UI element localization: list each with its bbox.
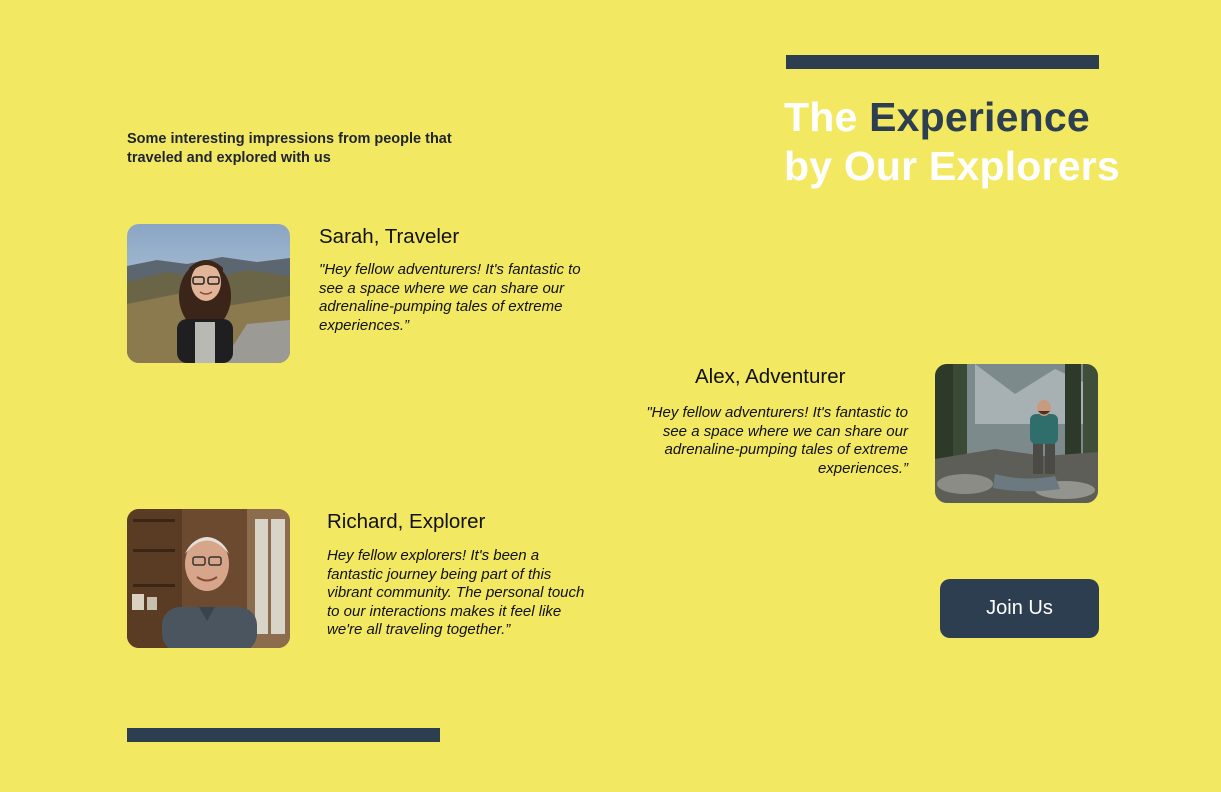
sarah-photo	[127, 224, 290, 363]
testimonial-quote: "Hey fellow adventurers! It's fantastic …	[646, 404, 908, 477]
testimonial-name: Alex, Adventurer	[695, 365, 846, 388]
testimonial-quote: Hey fellow explorers! It's been a fantas…	[327, 547, 585, 638]
join-us-button[interactable]: Join Us	[940, 579, 1099, 638]
top-accent-bar	[786, 55, 1099, 69]
richard-photo	[127, 509, 290, 648]
title-highlight: Experience	[869, 94, 1090, 140]
title-suffix: by Our Explorers	[784, 143, 1120, 189]
title-prefix: The	[784, 94, 870, 140]
testimonial-name: Richard, Explorer	[327, 510, 486, 533]
alex-photo	[935, 364, 1098, 503]
testimonial-name: Sarah, Traveler	[319, 225, 460, 248]
intro-text: Some interesting impressions from people…	[127, 131, 452, 166]
bottom-accent-bar	[127, 728, 440, 742]
page-title: The Experience by Our Explorers	[784, 93, 1204, 191]
testimonial-quote: "Hey fellow adventurers! It's fantastic …	[319, 261, 581, 334]
